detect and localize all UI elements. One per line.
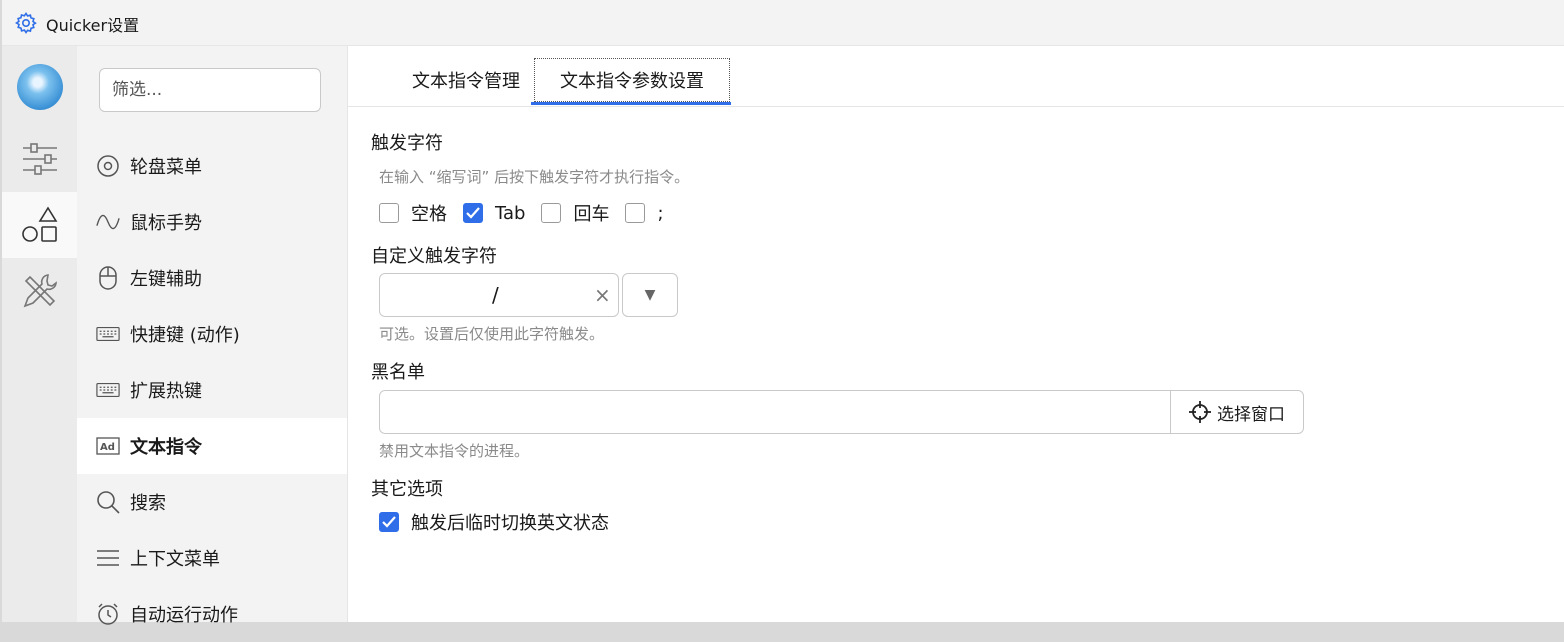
sidebar-item-context-menu[interactable]: 上下文菜单 xyxy=(77,530,347,586)
sidebar-item-label: 轮盘菜单 xyxy=(130,157,202,178)
tab-bar: 文本指令管理 文本指令参数设置 xyxy=(348,46,1564,107)
gear-icon xyxy=(15,12,37,34)
tab-label: Tab xyxy=(495,202,526,224)
trigger-heading: 触发字符 xyxy=(371,133,443,154)
wheel-icon xyxy=(96,154,120,178)
tab-checkbox[interactable] xyxy=(463,203,483,223)
sidebar-item-label: 鼠标手势 xyxy=(130,213,202,234)
alarm-icon xyxy=(96,602,120,626)
sidebar-item-mouse-gesture[interactable]: 鼠标手势 xyxy=(77,194,347,250)
sidebar-item-left-click[interactable]: 左键辅助 xyxy=(77,250,347,306)
app-logo[interactable] xyxy=(17,64,63,110)
custom-trigger-input[interactable]: / × xyxy=(379,273,619,317)
sliders-icon xyxy=(22,143,57,175)
custom-trigger-dropdown[interactable]: ▼ xyxy=(622,273,678,317)
tools-icon xyxy=(23,274,57,308)
other-option-row: 触发后临时切换英文状态 xyxy=(379,509,609,535)
sidebar-item-hotkey-action[interactable]: 快捷键 (动作) xyxy=(77,306,347,362)
keyboard-icon xyxy=(96,322,120,346)
tab-text-command-settings[interactable]: 文本指令参数设置 xyxy=(531,58,731,105)
blacklist-hint: 禁用文本指令的进程。 xyxy=(379,442,530,460)
trigger-hint: 在输入 “缩写词” 后按下触发字符才执行指令。 xyxy=(379,168,690,186)
sidebar-item-label: 左键辅助 xyxy=(130,269,202,290)
sidebar: 轮盘菜单 鼠标手势 左键辅助 快捷键 (动作) 扩展热键 xyxy=(77,46,348,626)
mouse-icon xyxy=(96,266,120,290)
sidebar-item-search[interactable]: 搜索 xyxy=(77,474,347,530)
blacklist-heading: 黑名单 xyxy=(371,362,425,383)
check-icon xyxy=(466,207,480,219)
left-rail xyxy=(2,46,77,622)
sidebar-item-label: 文本指令 xyxy=(130,437,202,458)
filter-input[interactable] xyxy=(99,68,321,112)
sidebar-item-label: 上下文菜单 xyxy=(130,549,220,570)
crosshair-icon xyxy=(1189,401,1211,423)
sidebar-item-label: 搜索 xyxy=(130,493,166,514)
enter-checkbox[interactable] xyxy=(541,203,562,223)
menu-icon xyxy=(96,546,120,570)
search-icon xyxy=(96,490,120,514)
chevron-down-icon: ▼ xyxy=(644,287,656,303)
switch-english-checkbox[interactable] xyxy=(379,512,399,532)
sidebar-item-label: 扩展热键 xyxy=(130,381,202,402)
rail-tools-button[interactable] xyxy=(2,258,77,324)
window-title: Quicker设置 xyxy=(46,16,140,35)
rail-shapes-button[interactable] xyxy=(2,192,77,258)
semicolon-checkbox[interactable] xyxy=(625,203,646,223)
text-ad-icon: Ad xyxy=(96,434,120,458)
gesture-icon xyxy=(96,210,120,234)
rail-settings-button[interactable] xyxy=(2,126,77,192)
select-window-label: 选择窗口 xyxy=(1217,404,1285,425)
enter-label: 回车 xyxy=(573,204,610,225)
sidebar-item-label: 快捷键 (动作) xyxy=(130,325,240,346)
space-label: 空格 xyxy=(411,204,447,225)
custom-trigger-heading: 自定义触发字符 xyxy=(371,246,497,267)
switch-english-label: 触发后临时切换英文状态 xyxy=(411,513,609,534)
tab-text-command-manage[interactable]: 文本指令管理 xyxy=(378,58,554,102)
select-window-button[interactable]: 选择窗口 xyxy=(1170,390,1304,434)
settings-window: Quicker设置 轮盘菜单 xyxy=(2,0,1564,626)
tab-label: 文本指令参数设置 xyxy=(560,71,704,92)
sidebar-item-extended-hotkey[interactable]: 扩展热键 xyxy=(77,362,347,418)
close-icon[interactable]: × xyxy=(594,283,611,307)
check-icon xyxy=(382,516,396,528)
space-checkbox[interactable] xyxy=(379,203,399,223)
custom-trigger-value: / xyxy=(492,283,499,307)
main-panel: 文本指令管理 文本指令参数设置 触发字符 在输入 “缩写词” 后按下触发字符才执… xyxy=(348,46,1564,622)
sidebar-item-label: 自动运行动作 xyxy=(130,605,238,626)
custom-trigger-hint: 可选。设置后仅使用此字符触发。 xyxy=(379,325,605,343)
sidebar-item-auto-run[interactable]: 自动运行动作 xyxy=(77,586,347,642)
blacklist-input[interactable] xyxy=(379,390,1171,434)
svg-text:Ad: Ad xyxy=(100,442,115,453)
sidebar-item-wheel-menu[interactable]: 轮盘菜单 xyxy=(77,138,347,194)
tab-label: 文本指令管理 xyxy=(412,71,520,92)
title-bar: Quicker设置 xyxy=(2,0,1564,46)
other-options-heading: 其它选项 xyxy=(371,479,443,500)
trigger-options: 空格 Tab 回车 ; xyxy=(379,200,680,226)
semicolon-label: ; xyxy=(657,202,664,224)
sidebar-item-text-command[interactable]: Ad 文本指令 xyxy=(77,418,347,474)
keyboard-icon xyxy=(96,378,120,402)
shapes-icon xyxy=(21,206,57,242)
